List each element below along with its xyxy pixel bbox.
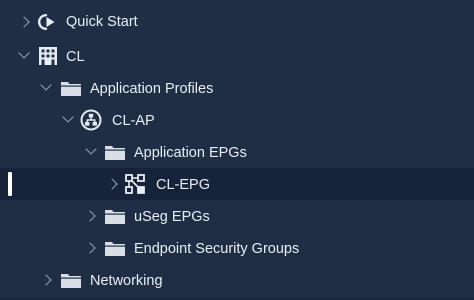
application-profile-icon (80, 109, 102, 136)
tree-item-quick-start[interactable]: Quick Start (0, 6, 474, 38)
tree-item-application-profiles[interactable]: Application Profiles (0, 72, 474, 104)
tree-item-label: Networking (90, 273, 163, 289)
chevron-right-icon[interactable] (18, 16, 30, 28)
chevron-down-icon[interactable] (62, 111, 74, 123)
tree-item-endpoint-security-groups[interactable]: Endpoint Security Groups (0, 232, 474, 264)
folder-icon (60, 80, 82, 102)
tree-item-networking[interactable]: Networking (0, 264, 474, 296)
folder-icon (104, 240, 126, 262)
tree-item-tenant-cl[interactable]: CL (0, 40, 474, 72)
folder-icon (60, 272, 82, 294)
quick-start-icon (36, 12, 58, 37)
tree-item-label: Application Profiles (90, 81, 214, 97)
tree-item-useg-epgs[interactable]: uSeg EPGs (0, 200, 474, 232)
epg-icon (124, 173, 146, 200)
chevron-right-icon[interactable] (84, 242, 96, 254)
tree-item-label: CL-AP (112, 113, 155, 129)
tree-item-label: uSeg EPGs (134, 209, 210, 225)
navigation-tree: Quick Start CL Application Profiles CL-A… (0, 0, 474, 300)
tree-item-label: CL (66, 49, 85, 65)
chevron-right-icon[interactable] (106, 178, 118, 190)
chevron-down-icon[interactable] (85, 143, 97, 155)
selection-indicator (8, 172, 12, 196)
chevron-down-icon[interactable] (40, 79, 52, 91)
chevron-right-icon[interactable] (84, 210, 96, 222)
tree-item-label: Endpoint Security Groups (134, 241, 300, 257)
tree-item-label: CL-EPG (156, 177, 210, 193)
tree-item-cl-ap[interactable]: CL-AP (0, 104, 474, 136)
tree-item-cl-epg[interactable]: CL-EPG (0, 168, 474, 200)
chevron-down-icon[interactable] (18, 47, 30, 59)
tenant-building-icon (38, 46, 58, 71)
tree-item-application-epgs[interactable]: Application EPGs (0, 136, 474, 168)
folder-icon (104, 144, 126, 166)
folder-icon (104, 208, 126, 230)
chevron-right-icon[interactable] (40, 274, 52, 286)
tree-item-label: Quick Start (66, 14, 138, 30)
tree-item-label: Application EPGs (134, 145, 247, 161)
